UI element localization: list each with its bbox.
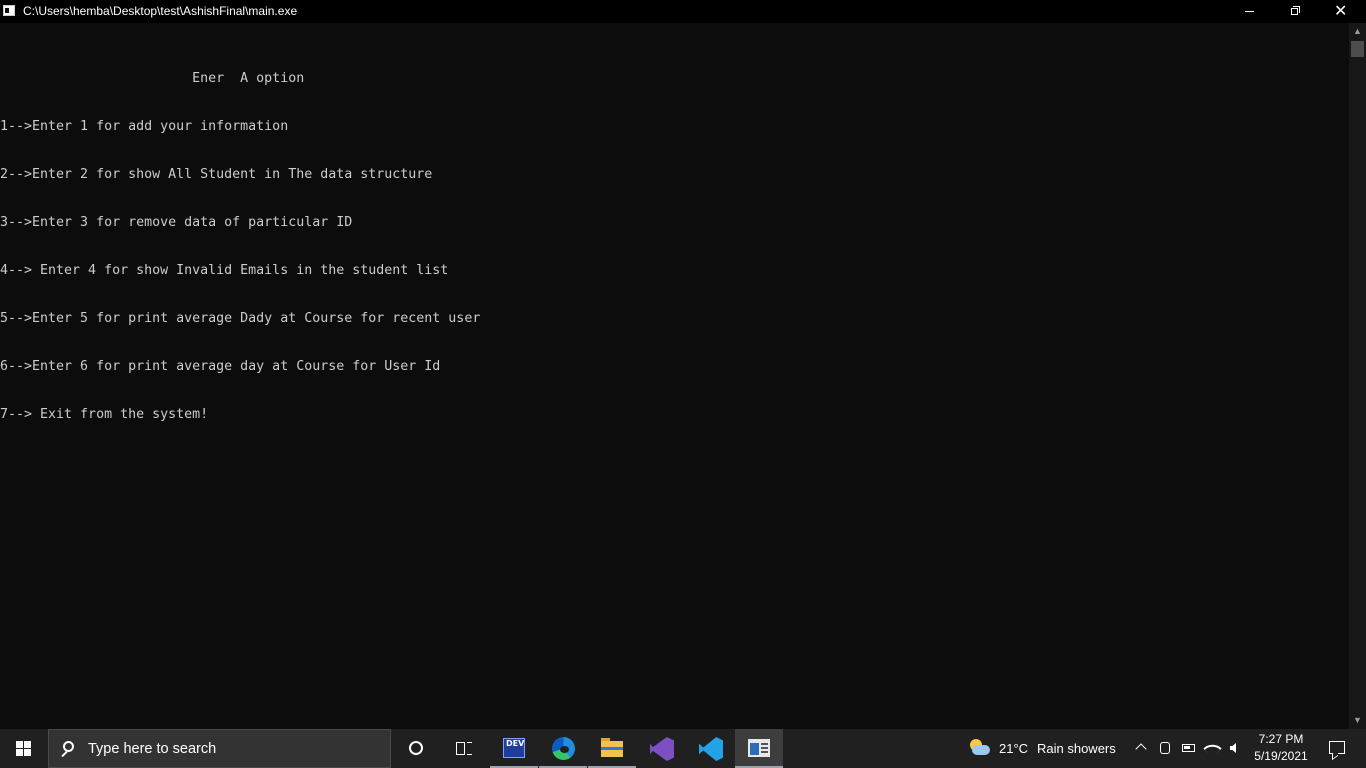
notification-icon — [1329, 741, 1345, 754]
start-button[interactable] — [0, 729, 48, 768]
clock[interactable]: 7:27 PM 5/19/2021 — [1250, 731, 1312, 767]
search-icon — [63, 741, 74, 752]
title-bar[interactable]: C:\Users\hemba\Desktop\test\AshishFinal\… — [0, 0, 1366, 23]
taskbar-app-visual-studio[interactable] — [637, 729, 685, 768]
show-hidden-icons-button[interactable] — [1130, 729, 1152, 768]
cortana-button[interactable] — [392, 729, 440, 768]
taskbar-app-devcpp[interactable]: DEV — [490, 729, 538, 768]
scroll-down-icon[interactable]: ▼ — [1349, 712, 1366, 729]
console-line: 3-->Enter 3 for remove data of particula… — [0, 215, 353, 230]
console-line: 2-->Enter 2 for show All Student in The … — [0, 167, 433, 182]
task-view-button[interactable] — [440, 729, 488, 768]
weather-description[interactable]: Rain showers — [1037, 741, 1116, 756]
volume-button[interactable] — [1226, 729, 1248, 768]
console-line: 5-->Enter 5 for print average Dady at Co… — [0, 311, 481, 326]
vscode-icon — [699, 737, 723, 761]
weather-temperature[interactable]: 21°C — [999, 741, 1028, 756]
taskbar: Type here to search DEV 21°C Rain shower… — [0, 729, 1366, 768]
clock-date: 5/19/2021 — [1254, 749, 1308, 763]
task-view-icon — [456, 742, 465, 755]
meet-now-icon — [1160, 742, 1170, 754]
search-box[interactable]: Type here to search — [48, 729, 391, 768]
search-placeholder: Type here to search — [88, 741, 217, 757]
chevron-up-icon — [1135, 743, 1147, 755]
notifications-button[interactable] — [1316, 729, 1358, 768]
edge-icon — [552, 737, 575, 760]
console-window-icon[interactable] — [3, 5, 15, 16]
minimize-icon — [1245, 11, 1254, 12]
restore-button[interactable] — [1272, 0, 1318, 23]
weather-rain-icon[interactable] — [966, 737, 992, 759]
visual-studio-icon — [650, 737, 674, 761]
console-line: 6-->Enter 6 for print average day at Cou… — [0, 359, 441, 374]
vertical-scrollbar[interactable]: ▲ ▼ — [1349, 23, 1366, 729]
window-title: C:\Users\hemba\Desktop\test\AshishFinal\… — [23, 4, 298, 18]
console-output[interactable]: Ener A option 1-->Enter 1 for add your i… — [0, 39, 1348, 729]
clock-time: 7:27 PM — [1258, 732, 1304, 746]
scroll-thumb[interactable] — [1351, 41, 1364, 57]
taskbar-app-vscode[interactable] — [686, 729, 734, 768]
meet-now-button[interactable] — [1154, 729, 1176, 768]
volume-icon — [1230, 743, 1236, 753]
close-button[interactable]: ✕ — [1318, 0, 1364, 23]
console-line: 7--> Exit from the system! — [0, 407, 209, 422]
console-line: 4--> Enter 4 for show Invalid Emails in … — [0, 263, 449, 278]
scroll-up-icon[interactable]: ▲ — [1349, 23, 1366, 40]
taskbar-app-console[interactable] — [735, 729, 783, 768]
close-icon: ✕ — [1334, 1, 1348, 20]
console-line: 1-->Enter 1 for add your information — [0, 119, 289, 134]
battery-icon — [1182, 744, 1195, 752]
minimize-button[interactable] — [1226, 0, 1272, 23]
taskbar-app-file-explorer[interactable] — [588, 729, 636, 768]
cortana-icon — [409, 741, 423, 755]
console-line: Ener A option — [0, 71, 305, 86]
windows-logo-icon — [16, 741, 32, 757]
wifi-icon — [1203, 739, 1222, 758]
battery-button[interactable] — [1178, 729, 1200, 768]
network-button[interactable] — [1202, 729, 1224, 768]
taskbar-app-edge[interactable] — [539, 729, 587, 768]
